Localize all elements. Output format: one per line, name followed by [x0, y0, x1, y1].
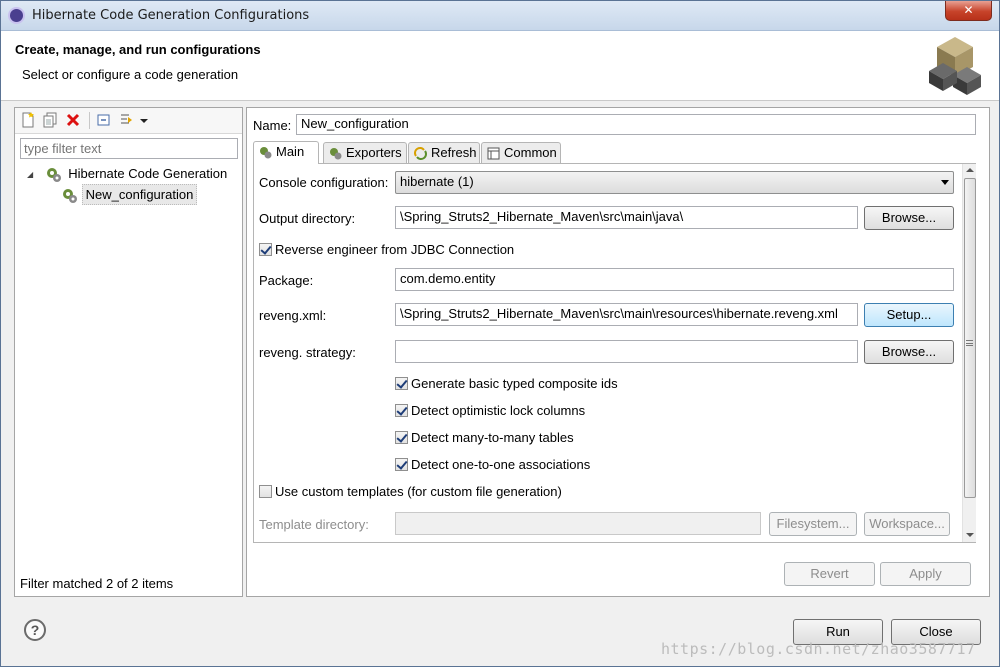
reveng-strategy-label: reveng. strategy: [259, 345, 356, 360]
tab-label: Refresh [431, 145, 477, 160]
header-banner: Create, manage, and run configurations S… [1, 31, 999, 101]
tree-item-hibernate-code-generation[interactable]: ◢ Hibernate Code Generation [27, 164, 230, 183]
hibernate-gen-icon [46, 168, 61, 183]
tab-refresh[interactable]: Refresh [408, 142, 480, 164]
watermark-text: https://blog.csdn.net/zhao3587717 [661, 640, 976, 658]
one-to-one-label: Detect one-to-one associations [411, 457, 591, 472]
window-close-button[interactable]: ✕ [945, 1, 992, 21]
dialog-window: Hibernate Code Generation Configurations… [0, 0, 1000, 667]
output-dir-label: Output directory: [259, 211, 356, 226]
new-config-icon[interactable] [20, 112, 36, 128]
filter-status: Filter matched 2 of 2 items [20, 576, 174, 591]
main-tab-icon [260, 147, 272, 159]
tab-common[interactable]: Common [481, 142, 561, 164]
scroll-down-icon[interactable] [966, 533, 974, 537]
hibernate-logo [929, 37, 981, 95]
main-tab-content: Console configuration: hibernate (1) Out… [253, 163, 976, 543]
template-dir-input [395, 512, 761, 535]
filesystem-button: Filesystem... [769, 512, 857, 536]
scroll-grip-icon [966, 340, 973, 346]
config-toolbar [15, 108, 242, 134]
setup-button[interactable]: Setup... [864, 303, 954, 327]
configuration-list-panel: ◢ Hibernate Code Generation New_configur… [14, 107, 243, 597]
reverse-engineer-label: Reverse engineer from JDBC Connection [275, 242, 515, 257]
tab-exporters[interactable]: Exporters [323, 142, 407, 164]
tree-expander-icon[interactable]: ◢ [27, 165, 41, 184]
console-config-value: hibernate (1) [400, 174, 474, 189]
exporters-tab-icon [330, 148, 342, 160]
revert-button: Revert [784, 562, 875, 586]
hibernate-gen-icon [63, 189, 77, 204]
chevron-down-icon[interactable] [139, 112, 149, 128]
tab-main[interactable]: Main [253, 141, 319, 164]
title-bar: Hibernate Code Generation Configurations… [1, 1, 999, 31]
output-browse-button[interactable]: Browse... [864, 206, 954, 230]
configuration-editor-panel: Name: New_configuration Main Exporters R… [246, 107, 990, 597]
name-input[interactable]: New_configuration [296, 114, 976, 135]
strategy-browse-button[interactable]: Browse... [864, 340, 954, 364]
many-to-many-checkbox[interactable] [395, 431, 408, 444]
reverse-engineer-checkbox[interactable] [259, 243, 272, 256]
scrollbar-thumb[interactable] [964, 178, 976, 498]
custom-templates-checkbox[interactable] [259, 485, 272, 498]
custom-templates-label: Use custom templates (for custom file ge… [275, 484, 562, 499]
many-to-many-label: Detect many-to-many tables [411, 430, 574, 445]
reveng-xml-label: reveng.xml: [259, 308, 327, 323]
composite-ids-label: Generate basic typed composite ids [411, 376, 618, 391]
banner-subheading: Select or configure a code generation [22, 67, 239, 82]
workspace-button: Workspace... [864, 512, 950, 536]
tree-item-label: New_configuration [81, 184, 198, 205]
template-dir-label: Template directory: [259, 517, 369, 532]
delete-icon[interactable] [65, 112, 81, 128]
tree-item-new-configuration[interactable]: New_configuration [61, 184, 198, 205]
refresh-icon [414, 147, 427, 160]
composite-ids-checkbox[interactable] [395, 377, 408, 390]
reveng-xml-input[interactable]: \Spring_Struts2_Hibernate_Maven\src\main… [395, 303, 858, 326]
common-tab-icon [487, 147, 500, 160]
banner-heading: Create, manage, and run configurations [15, 42, 261, 57]
window-title: Hibernate Code Generation Configurations [32, 8, 310, 23]
output-dir-input[interactable]: \Spring_Struts2_Hibernate_Maven\src\main… [395, 206, 858, 229]
filter-input[interactable] [20, 138, 238, 159]
optimistic-lock-label: Detect optimistic lock columns [411, 403, 586, 418]
package-label: Package: [259, 273, 314, 288]
package-input[interactable]: com.demo.entity [395, 268, 954, 291]
duplicate-icon[interactable] [42, 112, 58, 128]
collapse-all-icon[interactable] [96, 112, 112, 128]
tree-item-label: Hibernate Code Generation [68, 166, 228, 181]
scroll-up-icon[interactable] [966, 168, 974, 172]
help-icon[interactable]: ? [24, 619, 46, 641]
filter-icon[interactable] [119, 112, 135, 128]
optimistic-lock-checkbox[interactable] [395, 404, 408, 417]
reveng-strategy-input[interactable] [395, 340, 858, 363]
chevron-down-icon [941, 180, 949, 185]
console-config-label: Console configuration: [259, 175, 389, 190]
tab-label: Main [276, 144, 305, 159]
console-config-select[interactable]: hibernate (1) [395, 171, 954, 194]
one-to-one-checkbox[interactable] [395, 458, 408, 471]
tab-label: Exporters [346, 145, 402, 160]
tab-label: Common [504, 145, 557, 160]
name-label: Name: [253, 118, 292, 133]
tab-content-scrollbar[interactable] [962, 164, 976, 542]
toolbar-separator [89, 112, 90, 129]
apply-button: Apply [880, 562, 971, 586]
eclipse-icon [8, 7, 25, 24]
